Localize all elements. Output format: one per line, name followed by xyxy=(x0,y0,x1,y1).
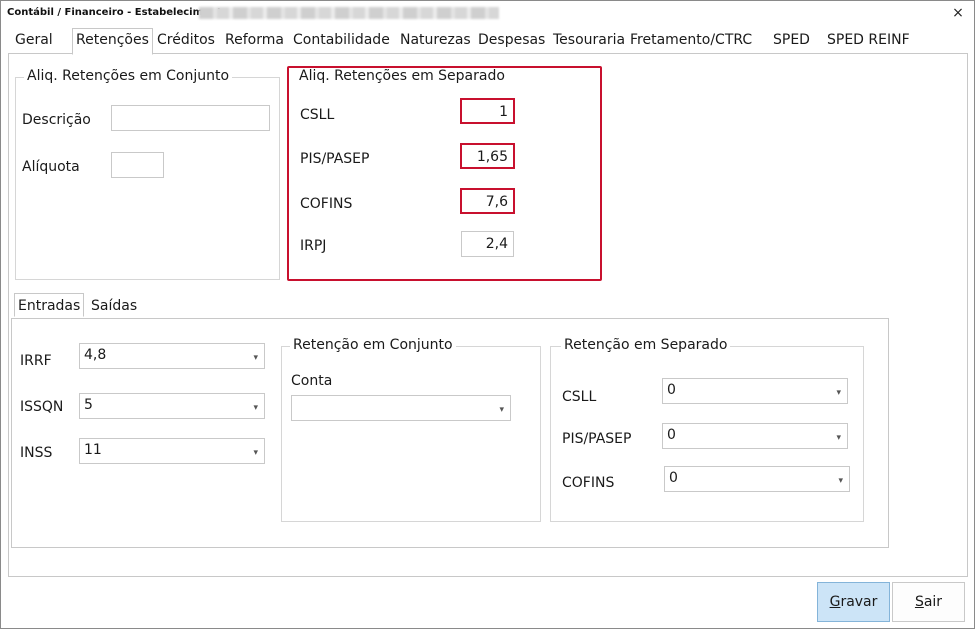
dialog-window: Contábil / Financeiro - Estabelecimento … xyxy=(0,0,975,629)
aliquota-input[interactable] xyxy=(111,152,164,178)
tab-despesas[interactable]: Despesas xyxy=(476,30,547,52)
group-retencao-separado-title: Retenção em Separado xyxy=(561,337,731,353)
conta-select[interactable]: ▾ xyxy=(291,395,511,421)
gravar-mnemonic: G xyxy=(829,594,841,610)
sep-irpj-label: IRPJ xyxy=(300,238,327,254)
tab-geral[interactable]: Geral xyxy=(13,30,55,52)
sair-mnemonic: S xyxy=(914,594,924,610)
sep-pis-pasep-label: PIS/PASEP xyxy=(300,151,370,167)
gravar-button[interactable]: Gravar xyxy=(817,582,890,622)
chevron-down-icon: ▾ xyxy=(253,403,258,413)
gravar-label: ravar xyxy=(840,594,878,610)
subtab-entradas[interactable]: Entradas xyxy=(14,293,85,317)
tab-reforma[interactable]: Reforma xyxy=(223,30,286,52)
tab-sped[interactable]: SPED xyxy=(771,30,812,52)
descricao-label: Descrição xyxy=(22,112,91,128)
inss-label: INSS xyxy=(20,445,53,461)
ret-cofins-value: 0 xyxy=(669,470,678,486)
close-icon[interactable]: × xyxy=(949,5,967,21)
ret-pis-pasep-select[interactable]: 0 ▾ xyxy=(662,423,848,449)
window-title: Contábil / Financeiro - Estabelecimento xyxy=(7,7,229,18)
tab-sped-reinf[interactable]: SPED REINF xyxy=(825,30,912,52)
sep-pis-pasep-input[interactable]: 1,65 xyxy=(460,143,515,169)
chevron-down-icon: ▾ xyxy=(499,405,504,415)
chevron-down-icon: ▾ xyxy=(253,448,258,458)
chevron-down-icon: ▾ xyxy=(253,353,258,363)
sep-cofins-input[interactable]: 7,6 xyxy=(460,188,515,214)
tab-tesouraria[interactable]: Tesouraria xyxy=(551,30,627,52)
sair-label: air xyxy=(923,594,943,610)
conta-label: Conta xyxy=(291,373,333,389)
chevron-down-icon: ▾ xyxy=(838,476,843,486)
tab-creditos[interactable]: Créditos xyxy=(155,30,217,52)
sep-cofins-label: COFINS xyxy=(300,196,353,212)
sair-button[interactable]: Sair xyxy=(892,582,965,622)
ret-csll-select[interactable]: 0 ▾ xyxy=(662,378,848,404)
ret-cofins-label: COFINS xyxy=(562,475,615,491)
title-bar: Contábil / Financeiro - Estabelecimento … xyxy=(1,1,974,27)
tab-contabilidade[interactable]: Contabilidade xyxy=(291,30,392,52)
descricao-input[interactable] xyxy=(111,105,270,131)
tab-retencoes[interactable]: Retenções xyxy=(72,28,153,55)
redacted-title-detail xyxy=(199,7,499,19)
group-retencao-conjunto-title: Retenção em Conjunto xyxy=(290,337,456,353)
ret-pis-pasep-label: PIS/PASEP xyxy=(562,431,632,447)
ret-csll-label: CSLL xyxy=(562,389,597,405)
ret-csll-value: 0 xyxy=(667,382,676,398)
irrf-value: 4,8 xyxy=(84,347,107,363)
sep-irpj-input[interactable]: 2,4 xyxy=(461,231,514,257)
issqn-value: 5 xyxy=(84,397,93,413)
sep-csll-input[interactable]: 1 xyxy=(460,98,515,124)
ret-cofins-select[interactable]: 0 ▾ xyxy=(664,466,850,492)
issqn-label: ISSQN xyxy=(20,399,64,415)
inss-select[interactable]: 11 ▾ xyxy=(79,438,265,464)
chevron-down-icon: ▾ xyxy=(836,433,841,443)
irrf-select[interactable]: 4,8 ▾ xyxy=(79,343,265,369)
aliquota-label: Alíquota xyxy=(22,159,80,175)
tab-fretamento-ctrc[interactable]: Fretamento/CTRC xyxy=(628,30,754,52)
inss-value: 11 xyxy=(84,442,102,458)
sep-csll-label: CSLL xyxy=(300,107,335,123)
irrf-label: IRRF xyxy=(20,353,52,369)
group-aliq-conjunto-title: Aliq. Retenções em Conjunto xyxy=(24,68,233,84)
issqn-select[interactable]: 5 ▾ xyxy=(79,393,265,419)
group-aliq-separado: Aliq. Retenções em Separado xyxy=(291,68,597,275)
ret-pis-pasep-value: 0 xyxy=(667,427,676,443)
tab-naturezas[interactable]: Naturezas xyxy=(398,30,473,52)
chevron-down-icon: ▾ xyxy=(836,388,841,398)
group-aliq-separado-title: Aliq. Retenções em Separado xyxy=(296,68,508,84)
subtab-saidas[interactable]: Saídas xyxy=(91,296,137,316)
